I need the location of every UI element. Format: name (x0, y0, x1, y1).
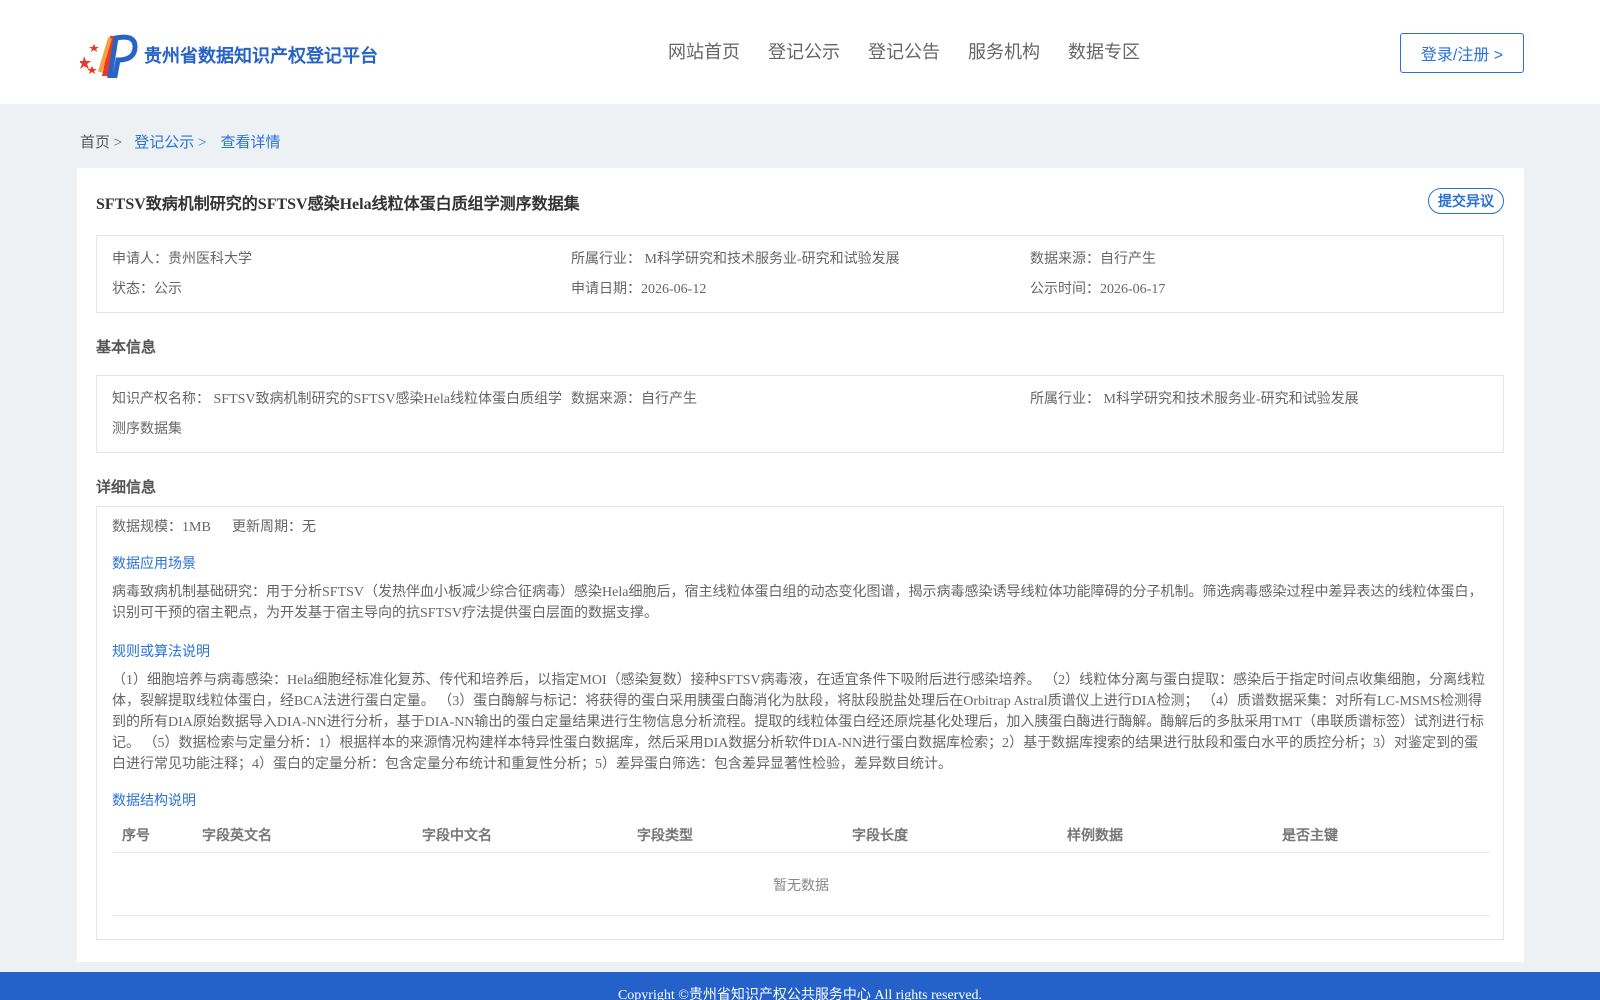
scenario-text: 病毒致病机制基础研究：用于分析SFTSV（发热伴血小板减少综合征病毒）感染Hel… (112, 585, 1483, 621)
col-chinese-name: 字段中文名 (422, 829, 492, 844)
publish-date: 公示时间：2026-06-17 (1030, 282, 1166, 297)
col-type: 字段类型 (637, 829, 693, 844)
nav-service-agencies[interactable]: 服务机构 (968, 38, 1040, 64)
top-header: 贵州省数据知识产权登记平台 网站首页 登记公示 登记公告 服务机构 数据专区 登… (0, 0, 1600, 104)
applicant: 申请人：贵州医科大学 (112, 252, 252, 267)
breadcrumb: 首页 > 登记公示 > 查看详情 (80, 131, 294, 152)
col-length: 字段长度 (852, 829, 908, 844)
breadcrumb-home[interactable]: 首页 > (80, 131, 122, 152)
data-source: 数据来源：自行产生 (1030, 252, 1156, 267)
col-primary-key: 是否主键 (1282, 829, 1338, 844)
breadcrumb-registry[interactable]: 登记公示 > (134, 131, 206, 152)
structure-table-header: 序号 字段英文名 字段中文名 字段类型 字段长度 样例数据 是否主键 (112, 815, 1490, 853)
apply-date: 申请日期：2026-06-12 (571, 282, 707, 297)
basic-info-box: 知识产权名称： SFTSV致病机制研究的SFTSV感染Hela线粒体蛋白质组学 … (96, 375, 1504, 453)
submit-objection-button[interactable]: 提交异议 (1428, 188, 1504, 214)
detail-info-box: 数据规模：1MB 更新周期：无 数据应用场景 病毒致病机制基础研究：用于分析SF… (96, 506, 1504, 940)
col-index: 序号 (122, 829, 150, 844)
scenario-title: 数据应用场景 (112, 557, 196, 572)
ip-name: 知识产权名称： SFTSV致病机制研究的SFTSV感染Hela线粒体蛋白质组学 (112, 392, 562, 407)
breadcrumb-current: 查看详情 (220, 135, 281, 151)
basic-data-source: 数据来源：自行产生 (571, 392, 697, 407)
algorithm-text: （1）细胞培养与病毒感染：Hela细胞经标准化复苏、传代和培养后，以指定MOI（… (112, 673, 1486, 772)
basic-info-heading: 基本信息 (96, 340, 157, 356)
status: 状态：公示 (112, 282, 182, 297)
industry: 所属行业： M科学研究和技术服务业-研究和试验发展 (571, 252, 900, 267)
main-nav: 网站首页 登记公示 登记公告 服务机构 数据专区 (668, 38, 1168, 64)
data-scale: 数据规模：1MB (112, 520, 211, 535)
update-cycle: 更新周期：无 (232, 520, 316, 535)
logo-icon[interactable] (78, 28, 138, 79)
nav-registry-public[interactable]: 登记公示 (768, 38, 840, 64)
ip-name-continued: 测序数据集 (112, 422, 182, 437)
page-title: SFTSV致病机制研究的SFTSV感染Hela线粒体蛋白质组学测序数据集 (96, 196, 580, 213)
col-english-name: 字段英文名 (202, 829, 272, 844)
footer: Copyright ©贵州省知识产权公共服务中心 All rights rese… (0, 972, 1600, 1000)
structure-title: 数据结构说明 (112, 794, 196, 809)
table-empty-row: 暂无数据 (112, 854, 1490, 916)
nav-home[interactable]: 网站首页 (668, 38, 740, 64)
basic-industry: 所属行业： M科学研究和技术服务业-研究和试验发展 (1030, 392, 1359, 407)
login-register-button[interactable]: 登录/注册 > (1400, 33, 1524, 73)
empty-text: 暂无数据 (773, 879, 829, 894)
algorithm-title: 规则或算法说明 (112, 645, 210, 660)
nav-registry-announcement[interactable]: 登记公告 (868, 38, 940, 64)
nav-data-zone[interactable]: 数据专区 (1068, 38, 1140, 64)
copyright: Copyright ©贵州省知识产权公共服务中心 All rights rese… (617, 988, 983, 1000)
detail-info-heading: 详细信息 (96, 480, 157, 496)
site-name[interactable]: 贵州省数据知识产权登记平台 (144, 42, 378, 68)
summary-box: 申请人：贵州医科大学 所属行业： M科学研究和技术服务业-研究和试验发展 数据来… (96, 235, 1504, 313)
detail-card: SFTSV致病机制研究的SFTSV感染Hela线粒体蛋白质组学测序数据集 提交异… (77, 168, 1524, 962)
col-sample: 样例数据 (1067, 829, 1123, 844)
